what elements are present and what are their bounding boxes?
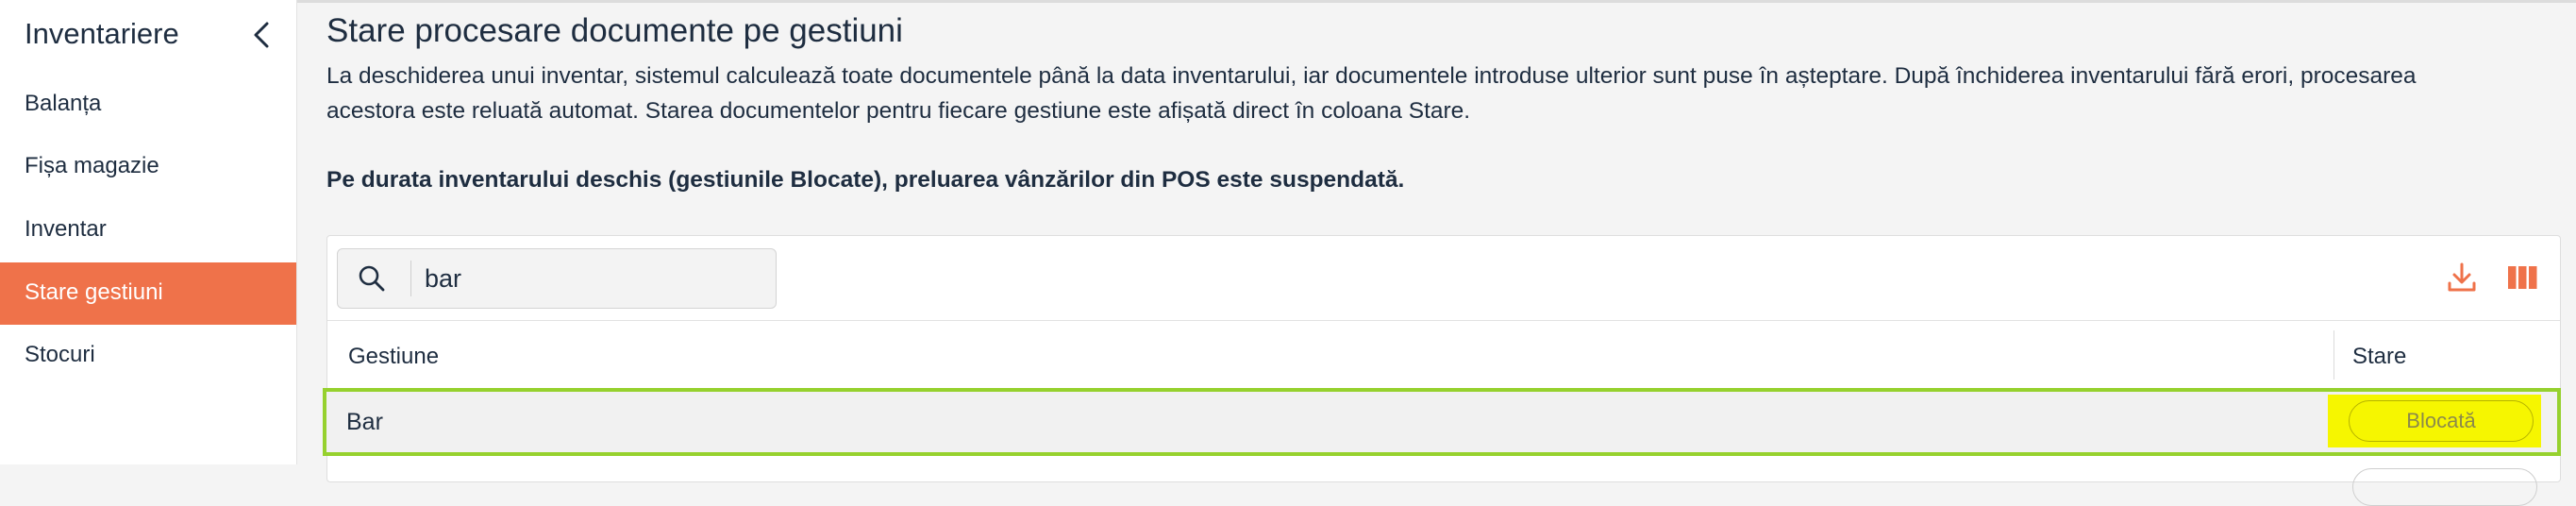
sidebar-item-label: Balanța [25,91,102,116]
sidebar-header: Inventariere [25,17,272,55]
sidebar: Inventariere Balanța Fișa magazie Invent… [0,0,297,464]
table-row-partial [327,455,2560,506]
sidebar-item-inventar[interactable]: Inventar [0,199,296,261]
page-description: La deschiderea unui inventar, sistemul c… [326,63,2417,124]
sidebar-item-label: Inventar [25,216,107,242]
status-badge-partial [2352,468,2537,506]
pos-warning: Pe durata inventarului deschis (gestiuni… [326,167,1405,193]
search-input[interactable] [425,261,755,296]
search-icon [357,263,387,294]
cell-gestiune: Bar [346,409,383,435]
download-icon[interactable] [2445,261,2479,295]
table-row[interactable]: Bar Blocată [323,388,2561,456]
search-separator [410,261,411,296]
table-header: Gestiune Stare [327,320,2560,391]
search-box [337,248,777,309]
top-border [0,0,2576,3]
page-title: Stare procesare documente pe gestiuni [326,12,903,49]
gestiuni-table: Gestiune Stare Bar Blocată [323,235,2561,506]
sidebar-item-label: Stare gestiuni [25,279,163,305]
sidebar-title: Inventariere [25,17,179,50]
sidebar-item-fisa-magazie[interactable]: Fișa magazie [0,136,296,198]
status-badge: Blocată [2349,400,2534,442]
column-divider[interactable] [2333,330,2334,380]
column-header-gestiune[interactable]: Gestiune [348,344,439,370]
sidebar-item-stare-gestiuni[interactable]: Stare gestiuni [0,262,296,325]
sidebar-item-balanta[interactable]: Balanța [0,74,296,136]
chevron-left-icon[interactable] [251,21,272,49]
column-header-stare[interactable]: Stare [2352,344,2406,370]
sidebar-item-label: Stocuri [25,342,95,367]
sidebar-item-stocuri[interactable]: Stocuri [0,325,296,387]
columns-icon[interactable] [2505,261,2539,295]
sidebar-item-label: Fișa magazie [25,153,159,178]
